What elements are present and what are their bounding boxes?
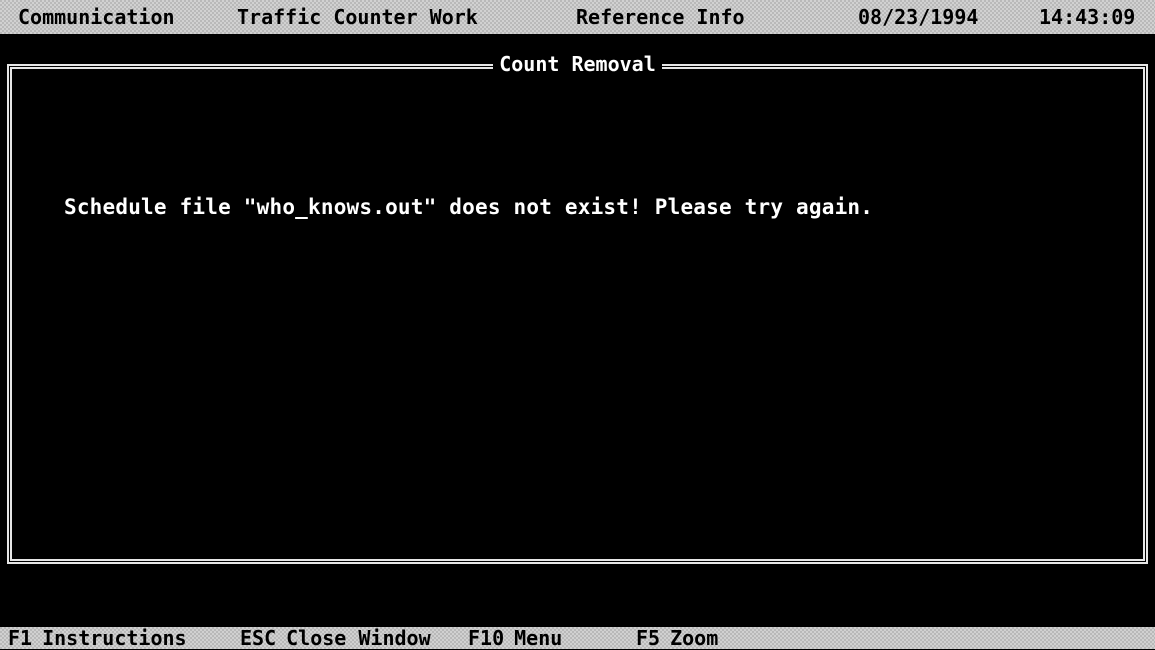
error-message: Schedule file "who_knows.out" does not e… [64, 195, 874, 219]
hint-key: F5 [636, 626, 661, 650]
hint-label: Zoom [670, 626, 719, 650]
hint-label: Menu [514, 626, 563, 650]
window-title: Count Removal [493, 53, 662, 75]
terminal-screen: { "menubar": { "items": [ {"label": "Com… [0, 0, 1155, 650]
system-date: 08/23/1994 [858, 5, 979, 29]
hint-esc-close-window[interactable]: ESC Close Window [240, 626, 431, 650]
menu-item-reference-info[interactable]: Reference Info [576, 5, 745, 29]
count-removal-window: Count Removal Schedule file "who_knows.o… [7, 53, 1148, 564]
hint-label: Instructions [42, 626, 187, 650]
hint-key: F1 [8, 626, 33, 650]
hint-f1-instructions[interactable]: F1 Instructions [8, 626, 187, 650]
menu-item-communication[interactable]: Communication [18, 5, 175, 29]
hint-key: ESC [240, 626, 277, 650]
hint-key: F10 [468, 626, 505, 650]
system-time: 14:43:09 [1039, 5, 1136, 29]
hint-f10-menu[interactable]: F10 Menu [468, 626, 562, 650]
hint-label: Close Window [286, 626, 431, 650]
function-key-hint-bar: F1 Instructions ESC Close Window F10 Menu F… [0, 626, 1155, 650]
top-menu-bar: Communication Traffic Counter Work Refer… [0, 0, 1155, 34]
window-title-bar: Count Removal [12, 53, 1143, 75]
hint-f5-zoom[interactable]: F5 Zoom [636, 626, 718, 650]
menu-item-traffic-counter-work[interactable]: Traffic Counter Work [237, 5, 478, 29]
